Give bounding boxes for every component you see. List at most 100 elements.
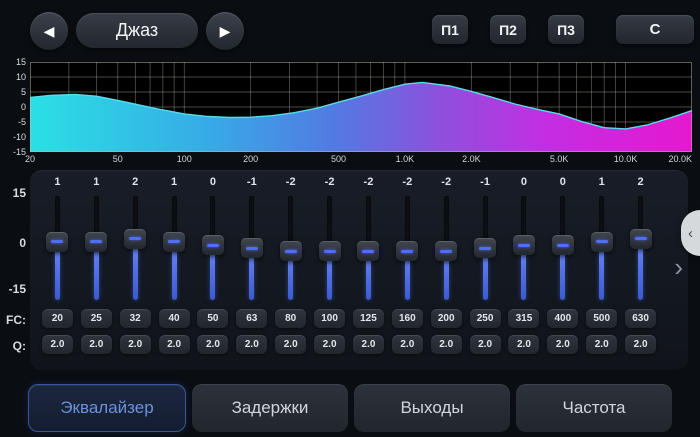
- band-gain-value: 0: [560, 170, 566, 192]
- band-gain-slider[interactable]: [155, 192, 194, 306]
- band-q-value[interactable]: 2.0: [353, 335, 384, 354]
- tab-equalizer[interactable]: Эквалайзер: [28, 384, 186, 432]
- preset-name: Джаз: [116, 20, 158, 41]
- chart-x-tick-label: 20: [25, 154, 35, 165]
- band-gain-slider[interactable]: [582, 192, 621, 306]
- eq-band-8: -21002.0: [310, 170, 349, 370]
- slider-thumb-line-icon: [635, 237, 647, 240]
- tab-outputs[interactable]: Выходы: [354, 384, 510, 432]
- preset-prev-button[interactable]: ◀: [30, 12, 68, 50]
- slider-thumb[interactable]: [85, 232, 107, 252]
- band-q-value[interactable]: 2.0: [431, 335, 462, 354]
- slider-thumb[interactable]: [591, 232, 613, 252]
- slider-thumb[interactable]: [474, 238, 496, 258]
- slider-thumb[interactable]: [202, 235, 224, 255]
- eq-curve-svg: [30, 62, 692, 152]
- tab-label: Частота: [562, 398, 625, 418]
- slider-thumb[interactable]: [124, 229, 146, 249]
- band-q-value[interactable]: 2.0: [275, 335, 306, 354]
- band-fc-value[interactable]: 25: [81, 309, 112, 328]
- band-fc-value[interactable]: 80: [275, 309, 306, 328]
- band-fc-value[interactable]: 125: [353, 309, 384, 328]
- band-gain-value: 0: [210, 170, 216, 192]
- slider-thumb[interactable]: [46, 232, 68, 252]
- band-fc-value[interactable]: 315: [508, 309, 539, 328]
- slider-thumb-line-icon: [51, 240, 63, 243]
- band-q-value[interactable]: 2.0: [42, 335, 73, 354]
- band-gain-value: 2: [132, 170, 138, 192]
- band-fc-value[interactable]: 200: [431, 309, 462, 328]
- band-fc-value[interactable]: 250: [470, 309, 501, 328]
- slider-thumb[interactable]: [241, 238, 263, 258]
- band-gain-slider[interactable]: [621, 192, 660, 306]
- slider-thumb-line-icon: [285, 250, 297, 253]
- slider-thumb[interactable]: [552, 235, 574, 255]
- band-fc-value[interactable]: 63: [236, 309, 267, 328]
- tab-frequency[interactable]: Частота: [516, 384, 672, 432]
- band-q-value[interactable]: 2.0: [508, 335, 539, 354]
- slider-thumb[interactable]: [396, 241, 418, 261]
- band-q-value[interactable]: 2.0: [586, 335, 617, 354]
- chart-x-tick-label: 1.0K: [396, 154, 415, 165]
- preset-selector[interactable]: Джаз: [76, 13, 198, 48]
- band-fc-value[interactable]: 160: [392, 309, 423, 328]
- band-gain-value: -2: [441, 170, 451, 192]
- slider-thumb[interactable]: [163, 232, 185, 252]
- slider-thumb[interactable]: [630, 229, 652, 249]
- band-fc-value[interactable]: 32: [120, 309, 151, 328]
- slider-thumb[interactable]: [319, 241, 341, 261]
- chart-x-axis: 20501002005001.0K2.0K5.0K10.0K20.0K: [30, 153, 692, 166]
- eq-band-3: 2 32 2.0: [116, 170, 155, 370]
- slider-thumb-line-icon: [246, 247, 258, 250]
- band-gain-slider[interactable]: [194, 192, 233, 306]
- slider-thumb[interactable]: [435, 241, 457, 261]
- band-gain-slider[interactable]: [388, 192, 427, 306]
- eq-band-12: -12502.0: [466, 170, 505, 370]
- band-gain-slider[interactable]: [349, 192, 388, 306]
- band-fc-value[interactable]: 40: [159, 309, 190, 328]
- more-bands-chevron-icon[interactable]: ›: [674, 254, 683, 280]
- tab-delays[interactable]: Задержки: [192, 384, 348, 432]
- band-q-value[interactable]: 2.0: [197, 335, 228, 354]
- band-q-value[interactable]: 2.0: [392, 335, 423, 354]
- band-q-value[interactable]: 2.0: [547, 335, 578, 354]
- slider-thumb-line-icon: [440, 250, 452, 253]
- band-fc-value[interactable]: 500: [586, 309, 617, 328]
- band-gain-slider[interactable]: [427, 192, 466, 306]
- eq-band-13: 0 315 2.0: [505, 170, 544, 370]
- memory-button-p1[interactable]: П1: [432, 15, 468, 44]
- memory-button-p2[interactable]: П2: [490, 15, 526, 44]
- eq-band-16: 26302.0: [621, 170, 660, 370]
- band-gain-slider[interactable]: [116, 192, 155, 306]
- band-gain-slider[interactable]: [505, 192, 544, 306]
- band-gain-value: 0: [521, 170, 527, 192]
- band-q-value[interactable]: 2.0: [314, 335, 345, 354]
- memory-button-p3[interactable]: П3: [548, 15, 584, 44]
- slider-thumb[interactable]: [513, 235, 535, 255]
- band-gain-value: 1: [171, 170, 177, 192]
- slider-thumb[interactable]: [280, 241, 302, 261]
- band-gain-slider[interactable]: [38, 192, 77, 306]
- band-q-value[interactable]: 2.0: [236, 335, 267, 354]
- reset-button[interactable]: C: [616, 15, 694, 44]
- band-gain-slider[interactable]: [310, 192, 349, 306]
- slider-thumb[interactable]: [357, 241, 379, 261]
- slider-thumb-line-icon: [401, 250, 413, 253]
- band-fc-value[interactable]: 50: [197, 309, 228, 328]
- band-q-value[interactable]: 2.0: [625, 335, 656, 354]
- band-fc-value[interactable]: 100: [314, 309, 345, 328]
- band-gain-slider[interactable]: [543, 192, 582, 306]
- band-q-value[interactable]: 2.0: [81, 335, 112, 354]
- band-gain-slider[interactable]: [232, 192, 271, 306]
- band-fc-value[interactable]: 400: [547, 309, 578, 328]
- band-q-value[interactable]: 2.0: [120, 335, 151, 354]
- band-fc-value[interactable]: 20: [42, 309, 73, 328]
- band-q-value[interactable]: 2.0: [159, 335, 190, 354]
- preset-next-button[interactable]: ▶: [206, 12, 244, 50]
- slider-thumb-line-icon: [362, 250, 374, 253]
- band-q-value[interactable]: 2.0: [470, 335, 501, 354]
- band-gain-slider[interactable]: [77, 192, 116, 306]
- band-gain-slider[interactable]: [271, 192, 310, 306]
- band-fc-value[interactable]: 630: [625, 309, 656, 328]
- band-gain-slider[interactable]: [466, 192, 505, 306]
